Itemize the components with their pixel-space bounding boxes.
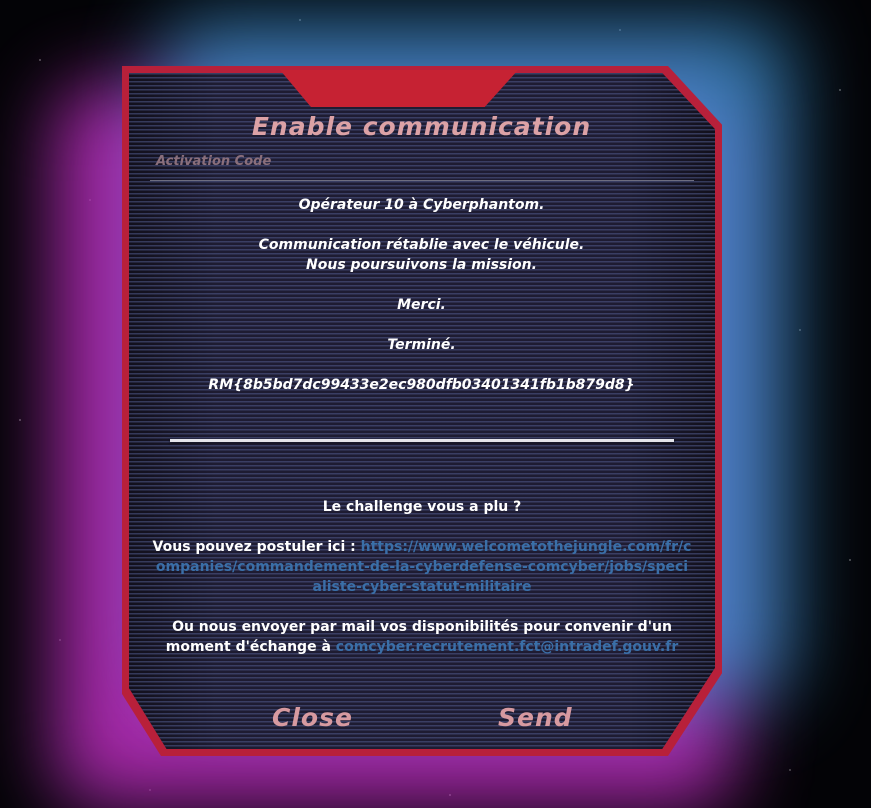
apply-prefix: Vous pouvez postuler ici : [152,539,361,555]
message-end-line: Terminé. [387,337,456,353]
message-operator-line: Opérateur 10 à Cyberphantom. [298,197,545,213]
close-button[interactable]: Close [272,703,353,732]
mail-paragraph: Ou nous envoyer par mail vos disponibili… [158,617,686,657]
message-mission-line: Nous poursuivons la mission. [306,257,537,273]
activation-code-label: Activation Code [156,154,272,169]
message-communication-line: Communication rétablie avec le véhicule. [258,237,585,253]
challenge-question: Le challenge vous a plu ? [322,499,522,515]
dialog-title: Enable communication [251,112,592,141]
message-thanks-line: Merci. [397,297,446,313]
header-divider [150,180,694,181]
mail-link[interactable]: comcyber.recrutement.fct@intradef.gouv.f… [336,639,678,655]
section-divider [170,439,674,442]
apply-paragraph: Vous pouvez postuler ici : https://www.w… [152,537,692,597]
flag-text: RM{8b5bd7dc99433e2ec980dfb03401341fb1b87… [208,377,635,393]
send-button[interactable]: Send [498,703,573,732]
dialog-top-tab [280,70,518,107]
space-background: Enable communication Activation Code Opé… [0,0,871,808]
